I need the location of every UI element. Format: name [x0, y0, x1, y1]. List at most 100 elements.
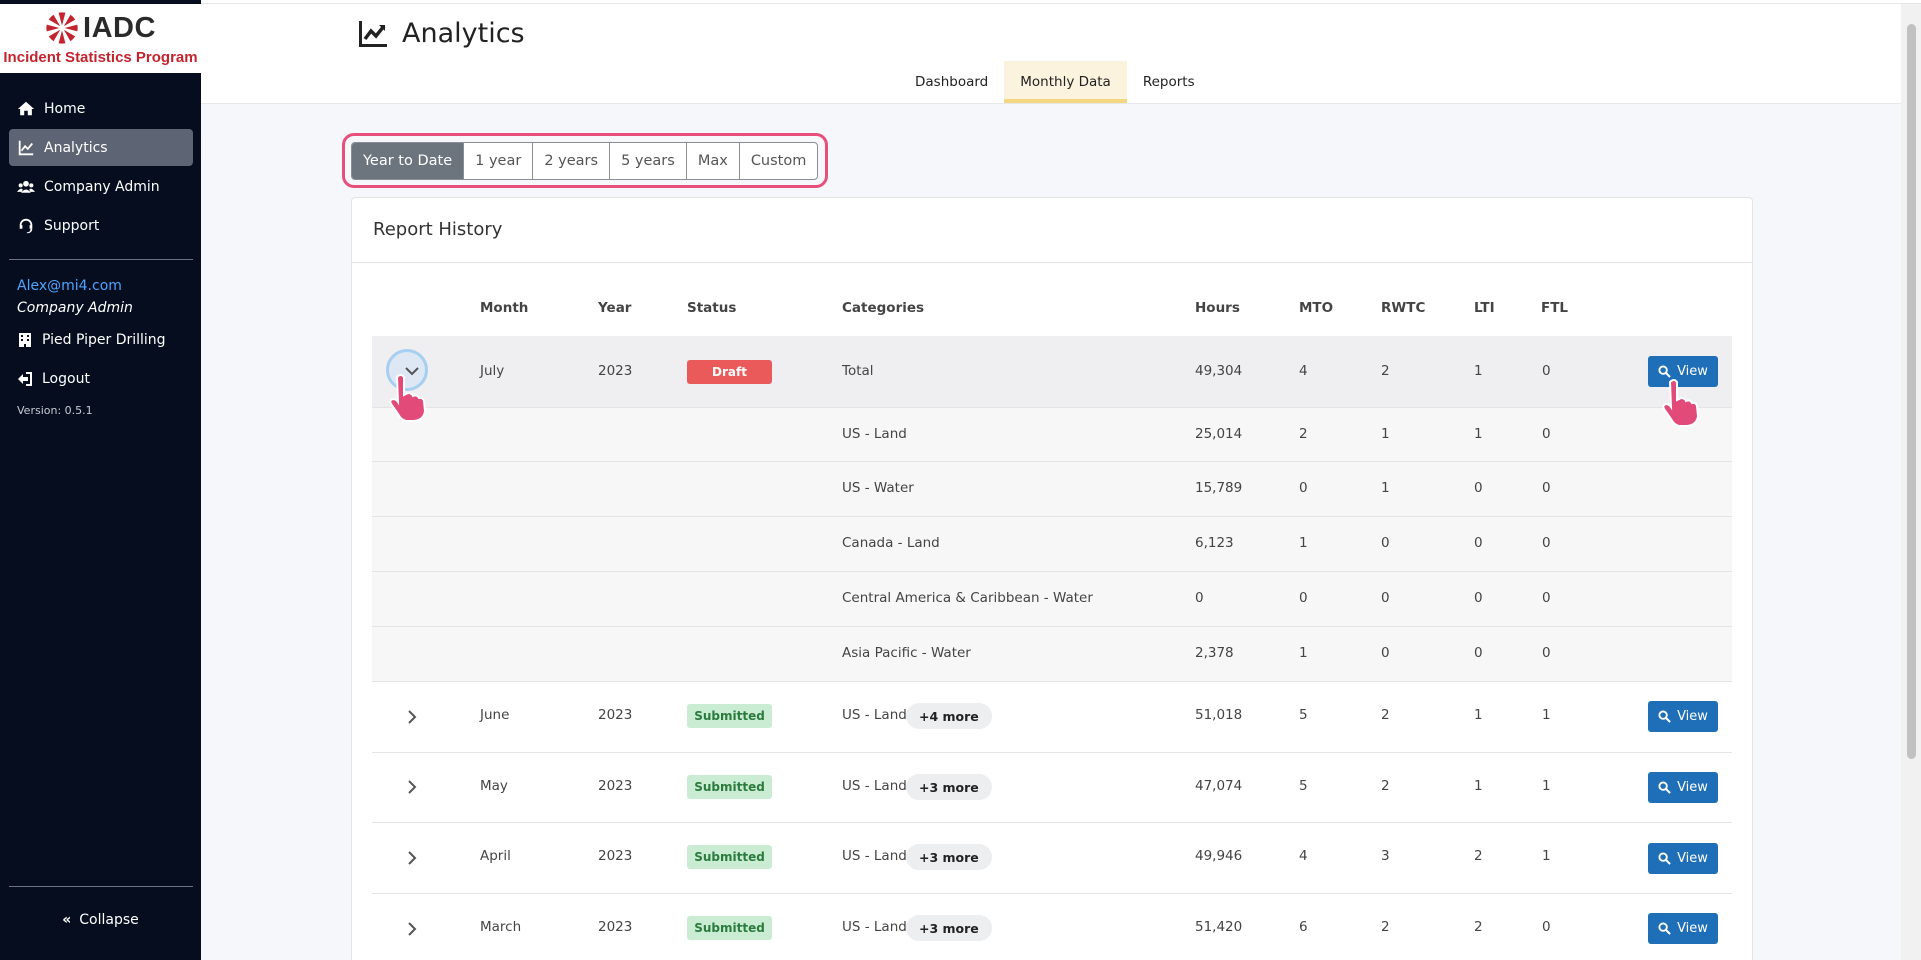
cell-lti: 0	[1474, 590, 1483, 606]
status-badge: Submitted	[687, 845, 772, 869]
cell-category: Total	[842, 363, 874, 379]
tab-bar: Dashboard Monthly Data Reports	[899, 61, 1211, 103]
status-badge: Submitted	[687, 704, 772, 728]
cell-ftl: 0	[1542, 645, 1551, 661]
chart-line-icon	[359, 20, 387, 47]
column-header-hours[interactable]: Hours	[1195, 300, 1240, 316]
chevron-right-icon[interactable]	[402, 777, 422, 797]
view-button[interactable]: View	[1648, 772, 1718, 803]
table-row-expanded[interactable]: July 2023 Draft Total 49,304 4 2 1 0 Vie…	[372, 336, 1732, 407]
column-header-ftl[interactable]: FTL	[1541, 300, 1568, 316]
page-header: Analytics Dashboard Monthly Data Reports	[201, 4, 1901, 104]
headset-icon	[19, 218, 33, 233]
more-categories-pill[interactable]: +3 more	[906, 774, 992, 800]
cell-month: April	[480, 848, 511, 864]
cell-rwtc: 3	[1381, 848, 1390, 864]
cell-ftl: 1	[1542, 707, 1551, 723]
column-header-rwtc[interactable]: RWTC	[1381, 300, 1425, 316]
column-header-lti[interactable]: LTI	[1474, 300, 1495, 316]
page-title-text: Analytics	[402, 18, 525, 49]
cell-hours: 51,018	[1195, 707, 1243, 723]
sidebar-item-label: Company Admin	[44, 178, 160, 195]
view-label: View	[1677, 780, 1708, 795]
column-header-month[interactable]: Month	[480, 300, 528, 316]
page-title: Analytics	[358, 18, 525, 49]
table-subrow: Asia Pacific - Water 2,378 1 0 0 0	[372, 626, 1732, 681]
table-row[interactable]: June 2023 Submitted US - Land +4 more 51…	[372, 681, 1732, 752]
table-row[interactable]: May 2023 Submitted US - Land +3 more 47,…	[372, 752, 1732, 822]
scrollbar-thumb[interactable]	[1907, 24, 1916, 759]
view-button[interactable]: View	[1648, 913, 1718, 944]
sidebar-item-home[interactable]: Home	[9, 90, 193, 127]
cell-lti: 1	[1474, 707, 1483, 723]
cell-mto: 6	[1299, 919, 1308, 935]
more-categories-pill[interactable]: +4 more	[906, 703, 992, 729]
cell-hours: 49,304	[1195, 363, 1243, 379]
chevron-right-icon[interactable]	[402, 848, 422, 868]
search-icon	[1658, 781, 1671, 794]
period-max[interactable]: Max	[685, 143, 739, 179]
sidebar-item-support[interactable]: Support	[9, 207, 193, 244]
card-title: Report History	[373, 219, 503, 240]
chart-line-icon	[18, 140, 34, 155]
cell-hours: 47,074	[1195, 778, 1243, 794]
cell-ftl: 0	[1542, 535, 1551, 551]
more-categories-pill[interactable]: +3 more	[906, 915, 992, 941]
cell-ftl: 0	[1542, 919, 1551, 935]
sidebar-item-analytics[interactable]: Analytics	[9, 129, 193, 166]
cell-category: Asia Pacific - Water	[842, 645, 971, 661]
table-row[interactable]: March 2023 Submitted US - Land +3 more 5…	[372, 893, 1732, 960]
collapse-button[interactable]: « Collapse	[0, 912, 201, 928]
cell-lti: 1	[1474, 778, 1483, 794]
period-5-years[interactable]: 5 years	[609, 143, 686, 179]
cell-mto: 1	[1299, 535, 1308, 551]
sidebar-nav: Home Analytics Company Admin Support	[9, 90, 193, 246]
tab-reports[interactable]: Reports	[1127, 61, 1211, 103]
view-label: View	[1677, 851, 1708, 866]
cell-year: 2023	[598, 778, 633, 794]
cell-ftl: 0	[1542, 363, 1551, 379]
cell-hours: 51,420	[1195, 919, 1243, 935]
cell-lti: 1	[1474, 426, 1483, 442]
cell-year: 2023	[598, 848, 633, 864]
column-header-mto[interactable]: MTO	[1299, 300, 1333, 316]
vertical-scrollbar[interactable]	[1901, 4, 1921, 960]
company-link[interactable]: Pied Piper Drilling	[17, 332, 166, 348]
period-custom[interactable]: Custom	[738, 143, 818, 179]
column-header-year[interactable]: Year	[598, 300, 631, 316]
sidebar-item-label: Support	[44, 217, 100, 234]
tab-monthly-data[interactable]: Monthly Data	[1004, 61, 1127, 103]
cell-month: June	[480, 707, 510, 723]
table-subrow: Central America & Caribbean - Water 0 0 …	[372, 571, 1732, 626]
cell-month: March	[480, 919, 522, 935]
cell-mto: 0	[1299, 480, 1308, 496]
user-role: Company Admin	[17, 300, 133, 316]
period-2-years[interactable]: 2 years	[532, 143, 609, 179]
more-categories-pill[interactable]: +3 more	[906, 844, 992, 870]
cell-hours: 15,789	[1195, 480, 1243, 496]
user-email[interactable]: Alex@mi4.com	[17, 278, 122, 294]
column-header-status[interactable]: Status	[687, 300, 736, 316]
sidebar-item-company-admin[interactable]: Company Admin	[9, 168, 193, 205]
view-button[interactable]: View	[1648, 843, 1718, 874]
view-label: View	[1677, 364, 1708, 379]
view-button[interactable]: View	[1648, 701, 1718, 732]
cell-ftl: 0	[1542, 590, 1551, 606]
table-subrow: Canada - Land 6,123 1 0 0 0	[372, 516, 1732, 571]
period-year-to-date[interactable]: Year to Date	[352, 143, 464, 179]
chevron-right-icon[interactable]	[402, 919, 422, 939]
cell-category: US - Land	[842, 848, 907, 864]
cell-month: July	[480, 363, 505, 379]
tab-dashboard[interactable]: Dashboard	[899, 61, 1004, 103]
period-1-year[interactable]: 1 year	[463, 143, 532, 179]
period-selector: Year to Date 1 year 2 years 5 years Max …	[351, 142, 819, 180]
logout-label: Logout	[42, 371, 90, 387]
chevron-right-icon[interactable]	[402, 707, 422, 727]
search-icon	[1658, 922, 1671, 935]
logout-button[interactable]: Logout	[17, 371, 90, 387]
search-icon	[1658, 710, 1671, 723]
logo[interactable]: IADC Incident Statistics Program	[0, 4, 201, 73]
column-header-categories[interactable]: Categories	[842, 300, 924, 316]
view-label: View	[1677, 709, 1708, 724]
table-row[interactable]: April 2023 Submitted US - Land +3 more 4…	[372, 822, 1732, 893]
